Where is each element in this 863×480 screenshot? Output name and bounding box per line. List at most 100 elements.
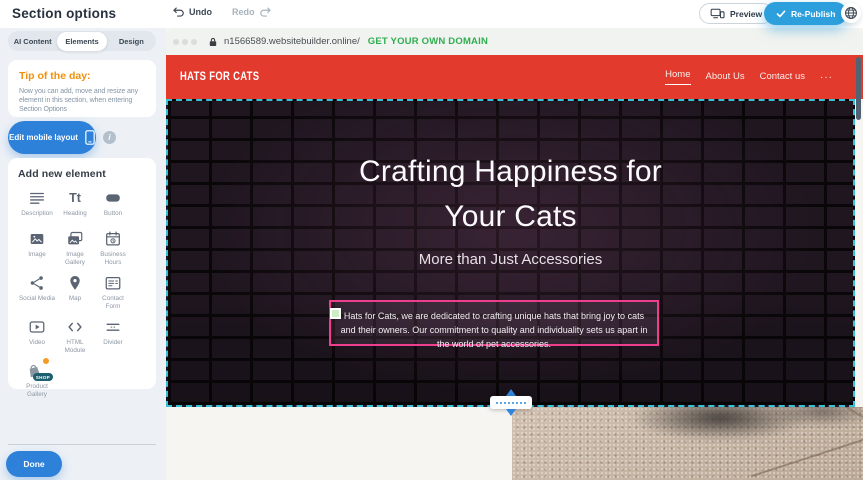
element-item-business-hours[interactable]: Business Hours — [94, 229, 132, 266]
sidebar-divider — [8, 444, 156, 445]
element-item-button[interactable]: Button — [94, 188, 132, 222]
tab-elements[interactable]: Elements — [57, 32, 106, 51]
nav-more-menu[interactable]: ··· — [820, 72, 833, 83]
element-label: Map — [69, 295, 81, 303]
element-label: Heading — [63, 210, 86, 218]
element-label: Business Hours — [94, 251, 132, 266]
resize-dots-icon — [496, 402, 526, 404]
notification-dot — [42, 357, 50, 365]
element-item-divider[interactable]: Divider — [94, 317, 132, 354]
tip-body: Now you can add, move and resize any ele… — [19, 87, 145, 114]
undo-icon — [172, 7, 185, 17]
section-resize-handle[interactable] — [490, 396, 532, 409]
preview-label: Preview — [730, 9, 762, 19]
phone-icon — [85, 130, 95, 145]
image-gallery-icon — [66, 229, 84, 248]
info-icon[interactable] — [103, 131, 116, 144]
element-item-image[interactable]: Image — [18, 229, 56, 266]
get-domain-link[interactable]: GET YOUR OWN DOMAIN — [368, 36, 488, 47]
divider-icon — [104, 317, 122, 336]
add-new-element-panel: Add new element Description Tt Heading — [8, 158, 156, 389]
devices-icon — [710, 8, 725, 19]
element-item-video[interactable]: Video — [18, 317, 56, 354]
element-item-map[interactable]: Map — [56, 273, 94, 310]
page-title: Section options — [12, 6, 116, 21]
done-button[interactable]: Done — [6, 451, 62, 477]
lock-icon — [209, 37, 217, 47]
history-controls: Undo Redo — [172, 7, 272, 17]
product-gallery-icon: SHOP — [25, 361, 49, 380]
social-media-icon — [28, 273, 46, 292]
shop-badge: SHOP — [33, 373, 53, 381]
window-dot — [182, 39, 188, 45]
check-icon — [776, 10, 786, 18]
site-header[interactable]: HATS FOR CATS Home About Us Contact us ·… — [166, 55, 863, 99]
sand-texture-image — [512, 407, 863, 480]
site-logo[interactable]: HATS FOR CATS — [180, 71, 259, 83]
undo-button[interactable]: Undo — [172, 7, 212, 17]
element-label: Video — [29, 339, 45, 347]
site-nav: Home About Us Contact us ··· — [665, 69, 833, 85]
nav-item-contact[interactable]: Contact us — [760, 71, 805, 84]
element-label: HTML Module — [56, 339, 94, 354]
element-item-product-gallery[interactable]: SHOP Product Gallery — [18, 361, 56, 398]
element-item-heading[interactable]: Tt Heading — [56, 188, 94, 222]
hero-subheading[interactable]: More than Just Accessories — [168, 251, 853, 268]
hero-body-text: Hats for Cats, we are dedicated to craft… — [341, 311, 648, 349]
heading-icon: Tt — [69, 188, 81, 207]
redo-icon — [259, 7, 272, 17]
resize-arrow-up-icon — [506, 389, 516, 396]
hero-text-element-selected[interactable]: Hats for Cats, we are dedicated to craft… — [329, 300, 659, 346]
language-globe-button[interactable] — [841, 3, 861, 23]
sidebar: AI Content Elements Design Tip of the da… — [0, 28, 166, 480]
element-item-image-gallery[interactable]: Image Gallery — [56, 229, 94, 266]
republish-label: Re-Publish — [791, 9, 835, 19]
globe-icon — [844, 6, 858, 20]
element-item-contact-form[interactable]: Contact Form — [94, 273, 132, 310]
redo-button[interactable]: Redo — [232, 7, 272, 17]
canvas-scrollbar-thumb[interactable] — [856, 57, 861, 120]
video-icon — [28, 317, 46, 336]
tab-design[interactable]: Design — [107, 32, 156, 51]
nav-item-about[interactable]: About Us — [706, 71, 745, 84]
top-toolbar: Section options Undo Redo Preview — [0, 0, 863, 28]
nav-item-home[interactable]: Home — [665, 69, 690, 85]
builder-window: Section options Undo Redo Preview — [0, 0, 863, 480]
element-grid: Description Tt Heading Button — [18, 188, 148, 398]
business-hours-icon — [104, 229, 122, 248]
image-icon — [28, 229, 46, 248]
redo-label: Redo — [232, 7, 255, 17]
element-label: Social Media — [19, 295, 55, 303]
element-label: Product Gallery — [18, 383, 56, 398]
html-code-icon — [66, 317, 84, 336]
element-label: Description — [21, 210, 53, 218]
tip-of-the-day-card: Tip of the day: Now you can add, move an… — [8, 60, 156, 117]
add-element-title: Add new element — [18, 168, 148, 180]
tab-ai-content[interactable]: AI Content — [8, 32, 57, 51]
resize-arrow-down-icon — [506, 409, 516, 416]
element-item-description[interactable]: Description — [18, 188, 56, 222]
description-icon — [28, 188, 46, 207]
tip-title: Tip of the day: — [19, 70, 145, 82]
browser-bar: n1566589.websitebuilder.online/ GET YOUR… — [166, 28, 863, 55]
element-item-social-media[interactable]: Social Media — [18, 273, 56, 310]
next-section[interactable] — [166, 407, 863, 480]
button-icon — [104, 188, 122, 207]
element-drag-handle[interactable] — [330, 308, 341, 319]
element-item-html-module[interactable]: HTML Module — [56, 317, 94, 354]
edit-mobile-layout-button[interactable]: Edit mobile layout — [8, 121, 96, 154]
hero-heading[interactable]: Crafting Happiness for Your Cats — [346, 149, 676, 239]
element-label: Image — [28, 251, 46, 259]
window-dot — [173, 39, 179, 45]
element-label: Divider — [103, 339, 123, 347]
undo-label: Undo — [189, 7, 212, 17]
edit-mobile-label: Edit mobile layout — [9, 133, 78, 142]
preview-button[interactable]: Preview — [699, 3, 773, 24]
contact-form-icon — [104, 273, 122, 292]
element-label: Button — [104, 210, 122, 218]
map-pin-icon — [66, 273, 84, 292]
republish-button[interactable]: Re-Publish — [764, 2, 847, 25]
element-label: Image Gallery — [56, 251, 94, 266]
site-preview-canvas: n1566589.websitebuilder.online/ GET YOUR… — [166, 28, 863, 480]
hero-section[interactable]: Crafting Happiness for Your Cats More th… — [166, 99, 855, 407]
